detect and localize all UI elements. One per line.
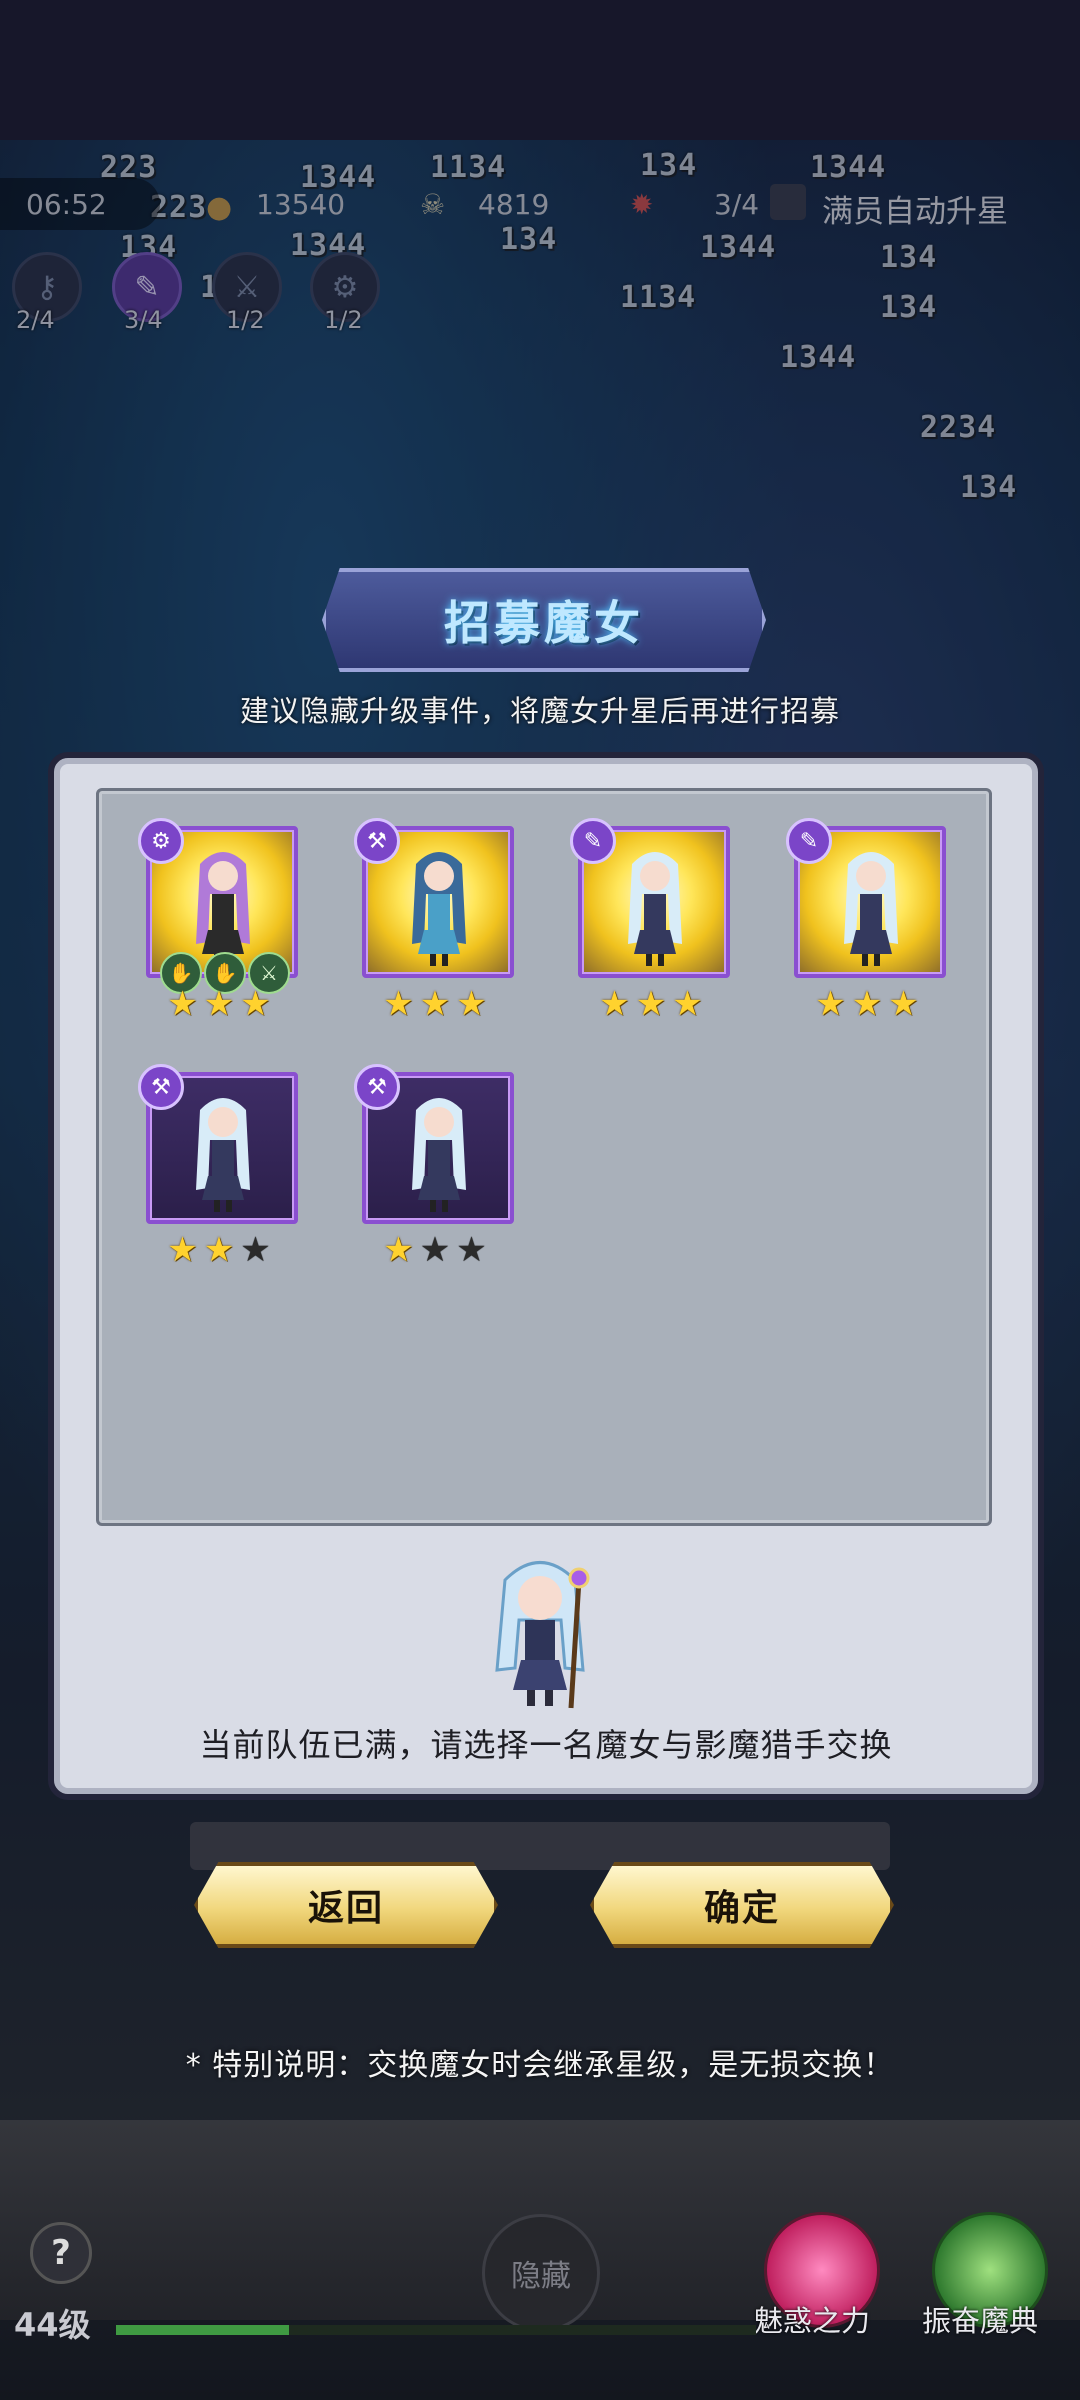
- ability-label-tome: 振奋魔典: [922, 2304, 1039, 2338]
- confirm-button[interactable]: 确定: [590, 1862, 894, 1948]
- witch-card[interactable]: ⚒: [138, 1064, 298, 1224]
- witch-portrait: [412, 1098, 466, 1212]
- wrench-icon: ⚒: [354, 818, 400, 864]
- player-level: 44级: [14, 2306, 91, 2344]
- star-empty-icon: ★: [419, 1230, 457, 1270]
- star-rating: ★★★: [150, 984, 294, 1024]
- star-empty-icon: ★: [240, 1230, 277, 1270]
- ability-label-charm: 魅惑之力: [754, 2304, 871, 2338]
- star-filled-icon: ★: [203, 984, 241, 1024]
- star-filled-icon: ★: [167, 984, 204, 1024]
- star-rating: ★★★: [366, 984, 510, 1024]
- witch-card[interactable]: ⚒: [354, 818, 514, 978]
- star-rating: ★★★: [798, 984, 942, 1024]
- witch-card[interactable]: ✎: [570, 818, 730, 978]
- witch-portrait: [412, 852, 466, 966]
- wand-icon: ✎: [786, 818, 832, 864]
- star-filled-icon: ★: [672, 984, 709, 1024]
- star-filled-icon: ★: [635, 984, 673, 1024]
- star-filled-icon: ★: [203, 1230, 241, 1270]
- swap-prompt: 当前队伍已满，请选择一名魔女与影魔猎手交换: [199, 1726, 893, 1764]
- star-filled-icon: ★: [240, 984, 277, 1024]
- status-bar-area: [0, 0, 1080, 140]
- star-filled-icon: ★: [599, 984, 636, 1024]
- star-rating: ★★★: [582, 984, 726, 1024]
- wrench-icon: ⚒: [354, 1064, 400, 1110]
- shadow-hunter-portrait: [495, 1561, 590, 1709]
- star-rating: ★★★: [150, 1230, 294, 1270]
- star-rating: ★★★: [366, 1230, 510, 1270]
- star-filled-icon: ★: [851, 984, 889, 1024]
- wrench-icon: ⚒: [138, 1064, 184, 1110]
- witch-card[interactable]: ✎: [786, 818, 946, 978]
- advice-text: 建议隐藏升级事件，将魔女升星后再进行招募: [239, 694, 840, 728]
- star-filled-icon: ★: [456, 984, 493, 1024]
- gear-icon: ⚙: [138, 818, 184, 864]
- dialog-title-banner: 招募魔女: [322, 568, 766, 672]
- hide-button[interactable]: 隐藏: [482, 2214, 600, 2332]
- star-filled-icon: ★: [167, 1230, 204, 1270]
- witch-portrait: [196, 852, 250, 966]
- back-button[interactable]: 返回: [194, 1862, 498, 1948]
- star-filled-icon: ★: [888, 984, 925, 1024]
- star-empty-icon: ★: [456, 1230, 493, 1270]
- witch-portrait: [196, 1098, 250, 1212]
- special-note: * 特别说明：交换魔女时会继承星级，是无损交换！: [185, 2048, 895, 2083]
- witch-portrait: [844, 852, 898, 966]
- star-filled-icon: ★: [383, 1230, 420, 1270]
- game-screen: 223 223 1344 1134 134 1344 134 1344 134 1344 134 11…: [0, 0, 1080, 2400]
- help-button[interactable]: ?: [30, 2222, 92, 2284]
- star-filled-icon: ★: [383, 984, 420, 1024]
- witch-card[interactable]: ⚙ ✋ ✋ ⚔: [138, 818, 298, 994]
- witch-portrait: [628, 852, 682, 966]
- witch-card[interactable]: ⚒: [354, 1064, 514, 1224]
- wand-icon: ✎: [570, 818, 616, 864]
- star-filled-icon: ★: [419, 984, 457, 1024]
- star-filled-icon: ★: [815, 984, 852, 1024]
- dialog-title: 招募魔女: [444, 596, 644, 650]
- xp-bar-fill: [116, 2325, 289, 2335]
